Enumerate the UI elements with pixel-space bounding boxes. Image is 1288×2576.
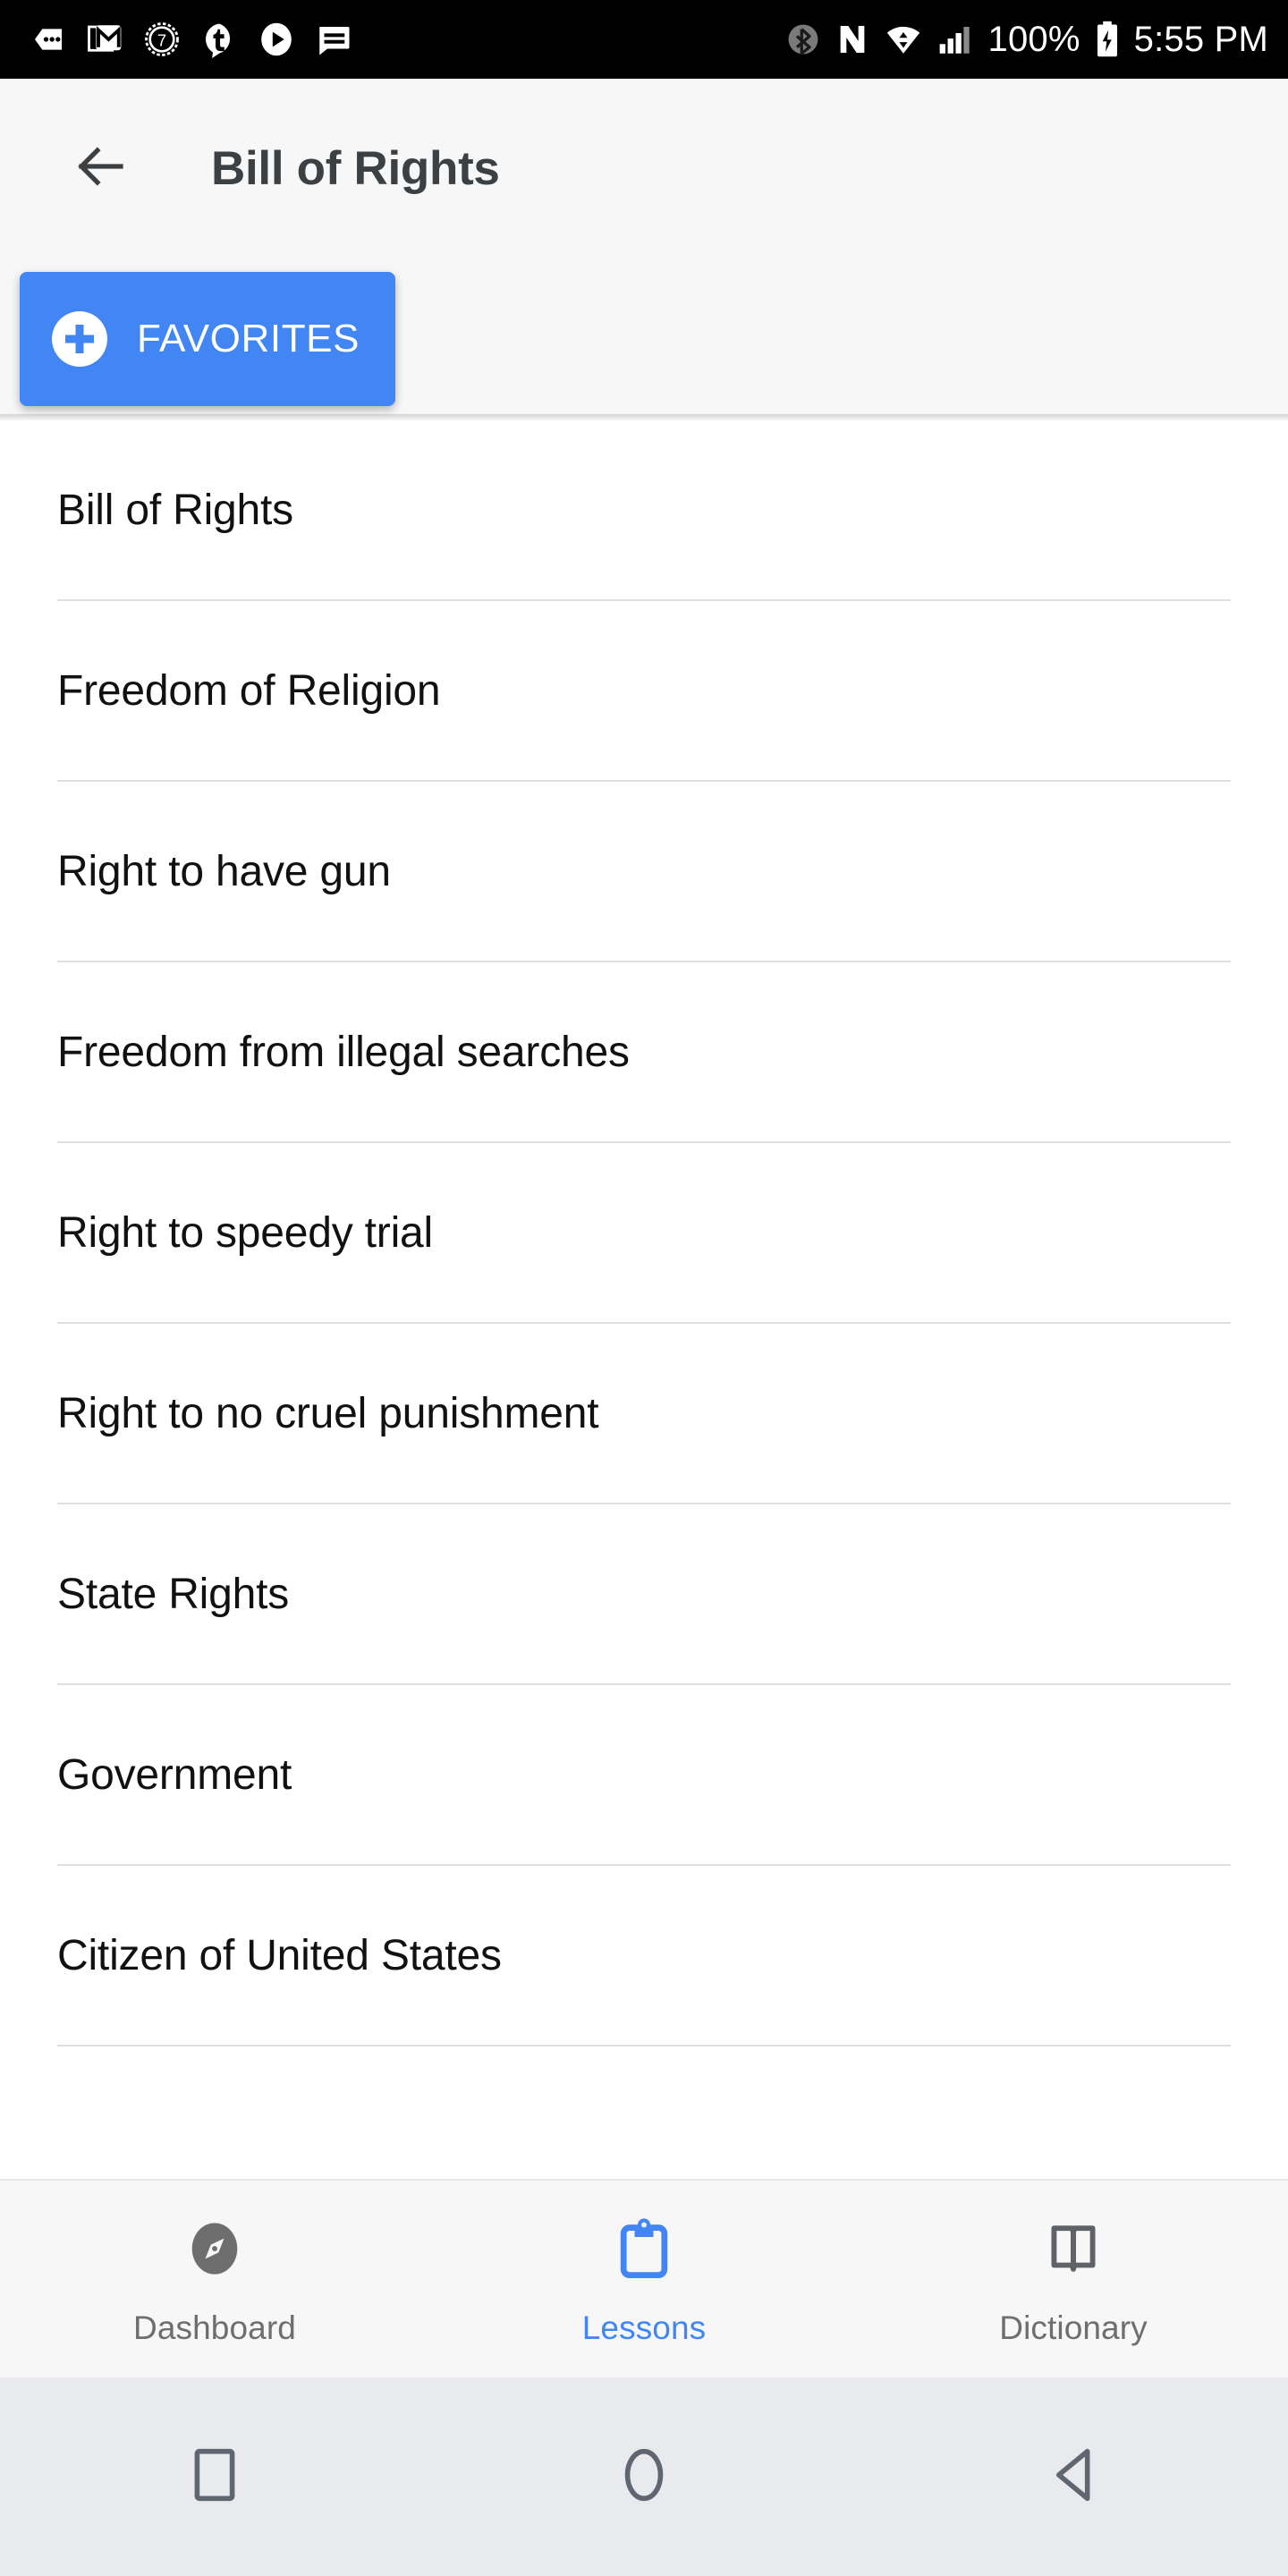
tab-dictionary-label: Dictionary bbox=[999, 2309, 1148, 2346]
list-item-label: Right to no cruel punishment bbox=[57, 1389, 599, 1437]
list-item[interactable]: Bill of Rights bbox=[0, 420, 1288, 599]
clock-label: 5:55 PM bbox=[1133, 19, 1268, 59]
list-item-label: Freedom of Religion bbox=[57, 666, 441, 715]
list-item-label: Right to speedy trial bbox=[57, 1208, 434, 1257]
tumblr-icon bbox=[200, 21, 238, 58]
home-button[interactable] bbox=[429, 2444, 859, 2511]
list-item[interactable]: Freedom of Religion bbox=[0, 601, 1288, 780]
seven-badge-icon: 7 bbox=[143, 21, 181, 58]
message-icon bbox=[315, 21, 352, 58]
more-notifications-icon bbox=[30, 21, 66, 57]
app-root: 7 100% 5:55 PM Bill of Rights FAVORITES … bbox=[0, 0, 1288, 2576]
recents-square-icon bbox=[190, 2444, 240, 2511]
tab-lessons[interactable]: Lessons bbox=[429, 2181, 859, 2377]
list-item-label: Government bbox=[57, 1750, 292, 1799]
wifi-icon bbox=[883, 21, 924, 58]
list-item-label: Freedom from illegal searches bbox=[57, 1028, 630, 1076]
system-navigation-bar bbox=[0, 2377, 1288, 2576]
battery-percent-label: 100% bbox=[987, 19, 1080, 59]
tab-lessons-label: Lessons bbox=[581, 2309, 707, 2346]
add-circle-icon bbox=[52, 311, 107, 367]
compass-icon bbox=[182, 2211, 248, 2286]
tab-dashboard-label: Dashboard bbox=[133, 2309, 296, 2346]
home-circle-icon bbox=[619, 2444, 669, 2511]
tab-dictionary[interactable]: Dictionary bbox=[859, 2181, 1288, 2377]
add-favorites-button[interactable]: FAVORITES bbox=[20, 272, 396, 406]
list-item[interactable]: Freedom from illegal searches bbox=[0, 962, 1288, 1141]
recents-button[interactable] bbox=[0, 2444, 429, 2511]
list-item[interactable]: State Rights bbox=[0, 1504, 1288, 1683]
list-item-label: Citizen of United States bbox=[57, 1931, 502, 1979]
back-button-system[interactable] bbox=[859, 2444, 1288, 2511]
play-icon bbox=[258, 21, 295, 58]
svg-text:7: 7 bbox=[157, 31, 166, 50]
list-divider bbox=[57, 2045, 1231, 2046]
list-item-label: Right to have gun bbox=[57, 847, 391, 895]
arrow-back-icon bbox=[72, 137, 131, 200]
cellular-signal-icon bbox=[936, 21, 976, 58]
status-bar-notifications: 7 bbox=[30, 21, 352, 58]
page-title: Bill of Rights bbox=[211, 141, 500, 195]
bottom-tab-bar: Dashboard Lessons Dictionary bbox=[0, 2179, 1288, 2377]
back-triangle-icon bbox=[1048, 2444, 1098, 2511]
lessons-list[interactable]: Bill of Rights Freedom of Religion Right t… bbox=[0, 420, 1288, 2179]
list-item[interactable]: Government bbox=[0, 1685, 1288, 1864]
nfc-icon bbox=[835, 21, 870, 58]
battery-charging-icon bbox=[1093, 20, 1122, 59]
tab-dashboard[interactable]: Dashboard bbox=[0, 2181, 429, 2377]
list-item-label: Bill of Rights bbox=[57, 486, 293, 534]
back-button[interactable] bbox=[70, 137, 132, 199]
list-item[interactable]: Right to have gun bbox=[0, 782, 1288, 961]
book-icon bbox=[1040, 2211, 1106, 2286]
bluetooth-icon bbox=[784, 21, 822, 58]
gmail-icon bbox=[86, 21, 123, 58]
list-item[interactable]: Citizen of United States bbox=[0, 1866, 1288, 2045]
list-item[interactable]: Right to no cruel punishment bbox=[0, 1324, 1288, 1503]
list-item-label: State Rights bbox=[57, 1570, 290, 1618]
status-bar: 7 100% 5:55 PM bbox=[0, 0, 1288, 79]
favorites-bar: FAVORITES bbox=[0, 258, 1288, 420]
app-bar: Bill of Rights bbox=[0, 79, 1288, 258]
appbar-shadow bbox=[0, 414, 1288, 420]
clipboard-icon bbox=[611, 2211, 677, 2286]
favorites-button-label: FAVORITES bbox=[137, 317, 360, 360]
list-item[interactable]: Right to speedy trial bbox=[0, 1143, 1288, 1322]
status-bar-system: 100% 5:55 PM bbox=[784, 20, 1268, 60]
